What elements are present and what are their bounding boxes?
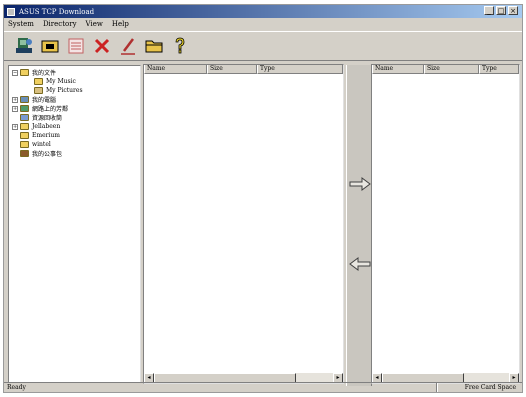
recycle-icon <box>20 114 29 121</box>
tree-node-label: Jellabeen <box>32 123 61 130</box>
collapse-icon[interactable]: − <box>12 69 18 76</box>
left-arrow-icon[interactable] <box>349 257 371 271</box>
free-space-label: Free Card Space <box>437 383 522 392</box>
tree-node-label: My Pictures <box>46 87 83 94</box>
tree-node[interactable]: + Jellabeen <box>9 122 140 131</box>
tree-node[interactable]: − 我的文件 <box>9 68 140 77</box>
help-icon <box>175 37 185 54</box>
status-bar: Ready Free Card Space <box>4 382 522 392</box>
card-list-header: Name Size Type <box>372 65 519 74</box>
tree-node[interactable]: + 網路上的芳鄰 <box>9 104 140 113</box>
folder-icon <box>20 123 29 130</box>
menu-help[interactable]: Help <box>112 20 129 28</box>
title-bar: ASUS TCP Download _ □ × <box>4 5 522 18</box>
tree-node[interactable]: 我的公事包 <box>9 149 140 158</box>
folder-open-icon <box>20 69 29 76</box>
network-icon <box>20 105 29 112</box>
tree-node-label: Emerium <box>32 132 60 139</box>
menu-system[interactable]: System <box>8 20 34 28</box>
column-name[interactable]: Name <box>144 65 207 74</box>
menu-view[interactable]: View <box>86 20 103 28</box>
list-icon <box>68 38 84 54</box>
folder-tree[interactable]: − 我的文件 My Music My Pictures + 我的電腦 + 網路上的芳鄰 資源回收… <box>8 65 141 383</box>
local-list-header: Name Size Type <box>144 65 343 74</box>
expand-icon[interactable]: + <box>12 105 18 112</box>
connect-button[interactable] <box>13 35 35 57</box>
tree-node[interactable]: wintel <box>9 140 140 149</box>
list-button[interactable] <box>65 35 87 57</box>
folder-icon <box>145 40 163 53</box>
main-window: ASUS TCP Download _ □ × System Directory… <box>3 4 523 393</box>
card-file-list[interactable]: Name Size Type ◂ ▸ <box>371 64 520 384</box>
tree-node-label: 網路上的芳鄰 <box>32 106 69 113</box>
tree-node-label: 我的公事包 <box>32 151 63 158</box>
delete-icon <box>94 38 110 54</box>
menu-directory[interactable]: Directory <box>43 20 77 28</box>
folder-pictures-icon <box>34 87 43 94</box>
maximize-button[interactable]: □ <box>496 6 506 15</box>
column-type[interactable]: Type <box>479 65 519 74</box>
tree-node[interactable]: 資源回收筒 <box>9 113 140 122</box>
local-file-list[interactable]: Name Size Type ◂ ▸ <box>143 64 344 384</box>
right-arrow-icon[interactable] <box>349 177 371 191</box>
status-text: Ready <box>4 383 437 392</box>
menu-bar: System Directory View Help <box>4 18 522 30</box>
tree-node-label: My Music <box>46 78 76 85</box>
window-title: ASUS TCP Download <box>19 7 95 16</box>
column-size[interactable]: Size <box>207 65 257 74</box>
tree-node-label: 資源回收筒 <box>32 115 63 122</box>
transfer-bar <box>346 65 372 386</box>
tree-node[interactable]: + 我的電腦 <box>9 95 140 104</box>
edit-icon <box>121 38 135 55</box>
connect-icon <box>16 38 32 53</box>
folder-icon <box>20 132 29 139</box>
download-button[interactable] <box>39 35 61 57</box>
tree-node[interactable]: My Pictures <box>9 86 140 95</box>
delete-button[interactable] <box>91 35 113 57</box>
expand-icon[interactable]: + <box>12 123 18 130</box>
tree-node[interactable]: My Music <box>9 77 140 86</box>
toolbar <box>4 31 522 61</box>
tree-node-label: 我的電腦 <box>32 97 57 104</box>
close-button[interactable]: × <box>508 6 518 15</box>
tree-node-label: wintel <box>32 141 51 148</box>
help-button[interactable] <box>169 35 191 57</box>
folder-icon <box>34 78 43 85</box>
minimize-button[interactable]: _ <box>484 6 494 15</box>
column-type[interactable]: Type <box>257 65 343 74</box>
computer-icon <box>20 96 29 103</box>
edit-button[interactable] <box>117 35 139 57</box>
column-size[interactable]: Size <box>424 65 479 74</box>
folder-icon <box>20 141 29 148</box>
briefcase-icon <box>20 150 29 157</box>
tree-node-label: 我的文件 <box>32 70 57 77</box>
download-icon <box>41 40 59 53</box>
expand-icon[interactable]: + <box>12 96 18 103</box>
tree-node[interactable]: Emerium <box>9 131 140 140</box>
app-icon <box>7 7 15 16</box>
folder-button[interactable] <box>143 35 165 57</box>
column-name[interactable]: Name <box>372 65 424 74</box>
